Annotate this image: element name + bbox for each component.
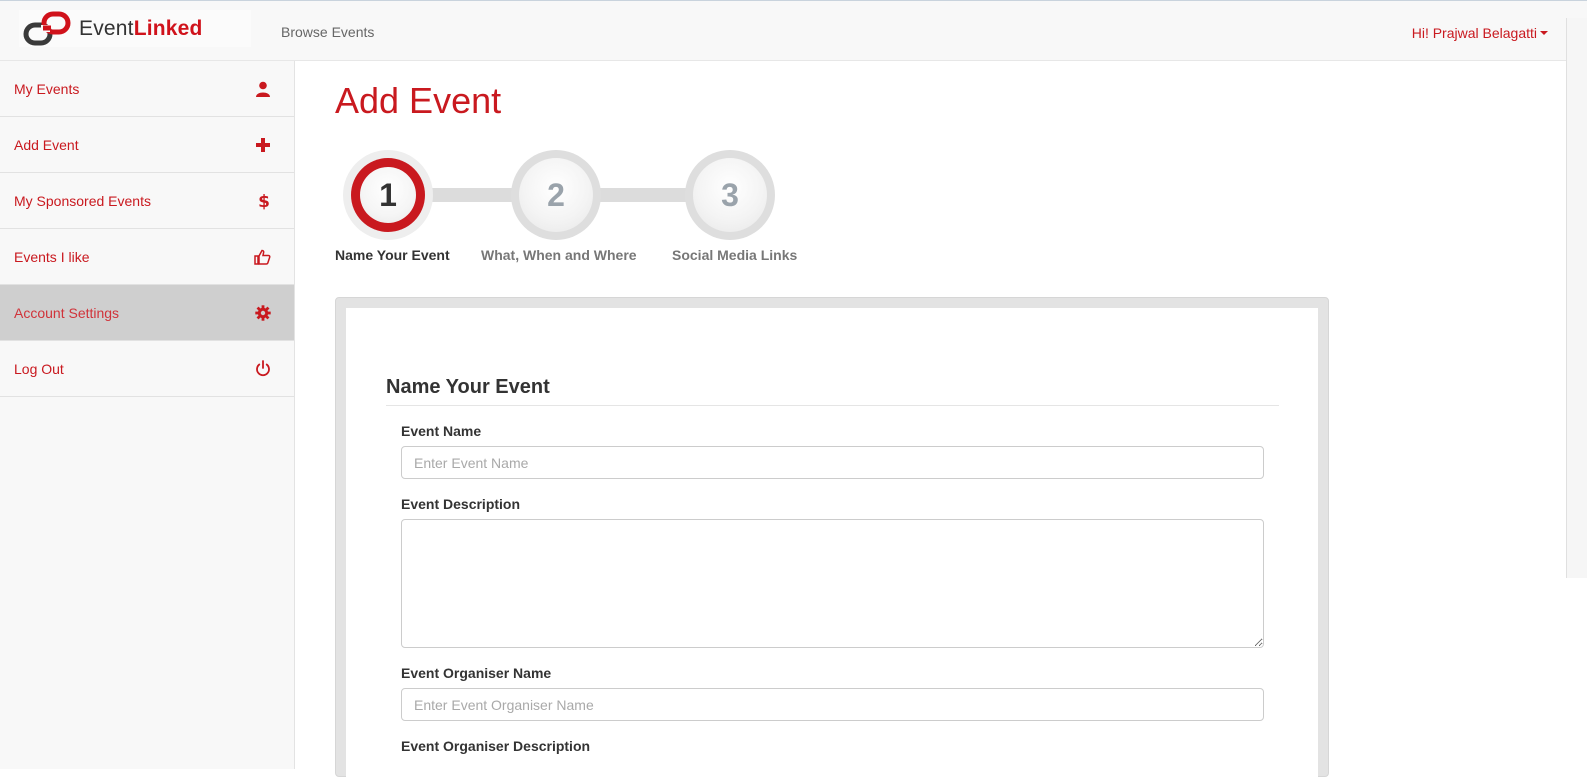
step-1-circle[interactable]: 1 <box>343 150 433 240</box>
step-connector <box>595 188 695 202</box>
form-card-body: Name Your Event Event Name Event Descrip… <box>346 308 1318 778</box>
section-divider <box>386 405 1279 406</box>
user-icon <box>256 81 270 97</box>
dollar-icon: $ <box>258 192 270 210</box>
sidebar-item-my-sponsored-events[interactable]: My Sponsored Events $ <box>0 173 294 229</box>
step-3-label: Social Media Links <box>672 247 798 263</box>
step-1-ring: 1 <box>351 158 425 232</box>
caret-down-icon <box>1540 31 1548 35</box>
event-description-label: Event Description <box>401 496 521 512</box>
power-icon <box>256 360 270 377</box>
form-card: Name Your Event Event Name Event Descrip… <box>335 297 1329 778</box>
step-2-circle[interactable]: 2 <box>511 150 601 240</box>
plus-icon <box>256 137 270 152</box>
brand-logo[interactable]: EventLinked <box>19 10 251 47</box>
sidebar-item-label: Account Settings <box>14 304 120 321</box>
brand-name-bold: Linked <box>133 16 203 40</box>
organiser-name-label: Event Organiser Name <box>401 665 552 681</box>
sidebar-item-label: Events I like <box>14 248 90 265</box>
scrollbar[interactable] <box>1566 18 1587 578</box>
event-name-label: Event Name <box>401 423 482 439</box>
svg-text:$: $ <box>258 192 270 210</box>
organiser-description-label: Event Organiser Description <box>401 738 591 754</box>
sidebar-item-add-event[interactable]: Add Event <box>0 117 294 173</box>
step-1-label: Name Your Event <box>335 247 450 263</box>
step-3-circle[interactable]: 3 <box>685 150 775 240</box>
sidebar-item-my-events[interactable]: My Events <box>0 61 294 117</box>
sidebar-item-account-settings[interactable]: Account Settings <box>0 285 294 341</box>
sidebar: My Events Add Event My Sponsored Events … <box>0 61 295 769</box>
sidebar-item-label: My Sponsored Events <box>14 192 151 209</box>
sidebar-item-label: Log Out <box>14 360 64 377</box>
sidebar-item-label: My Events <box>14 80 80 97</box>
user-menu-dropdown[interactable]: Hi! Prajwal Belagatti <box>1412 25 1548 41</box>
top-navbar: EventLinked Browse Events Hi! Prajwal Be… <box>0 0 1587 61</box>
brand-name-plain: Event <box>79 16 134 40</box>
chain-link-logo-icon <box>23 11 71 45</box>
event-description-textarea[interactable] <box>401 519 1264 648</box>
gear-icon <box>255 304 271 321</box>
sidebar-item-label: Add Event <box>14 136 79 153</box>
thumbs-up-icon <box>254 249 271 265</box>
organiser-name-input[interactable] <box>401 688 1264 721</box>
browse-events-link[interactable]: Browse Events <box>281 24 374 40</box>
step-3-number: 3 <box>693 158 767 232</box>
event-name-input[interactable] <box>401 446 1264 479</box>
step-2-label: What, When and Where <box>481 247 637 263</box>
sidebar-item-log-out[interactable]: Log Out <box>0 341 294 397</box>
step-connector <box>420 188 520 202</box>
brand-name: EventLinked <box>79 17 203 41</box>
step-2-number: 2 <box>519 158 593 232</box>
form-section-heading: Name Your Event <box>386 376 550 398</box>
sidebar-item-events-i-like[interactable]: Events I like <box>0 229 294 285</box>
user-greeting: Hi! Prajwal Belagatti <box>1411 25 1537 41</box>
page-title: Add Event <box>335 80 502 121</box>
step-1-number: 1 <box>360 167 416 223</box>
progress-stepper: 1 2 3 Name Your Event What, When and Whe… <box>335 150 805 270</box>
